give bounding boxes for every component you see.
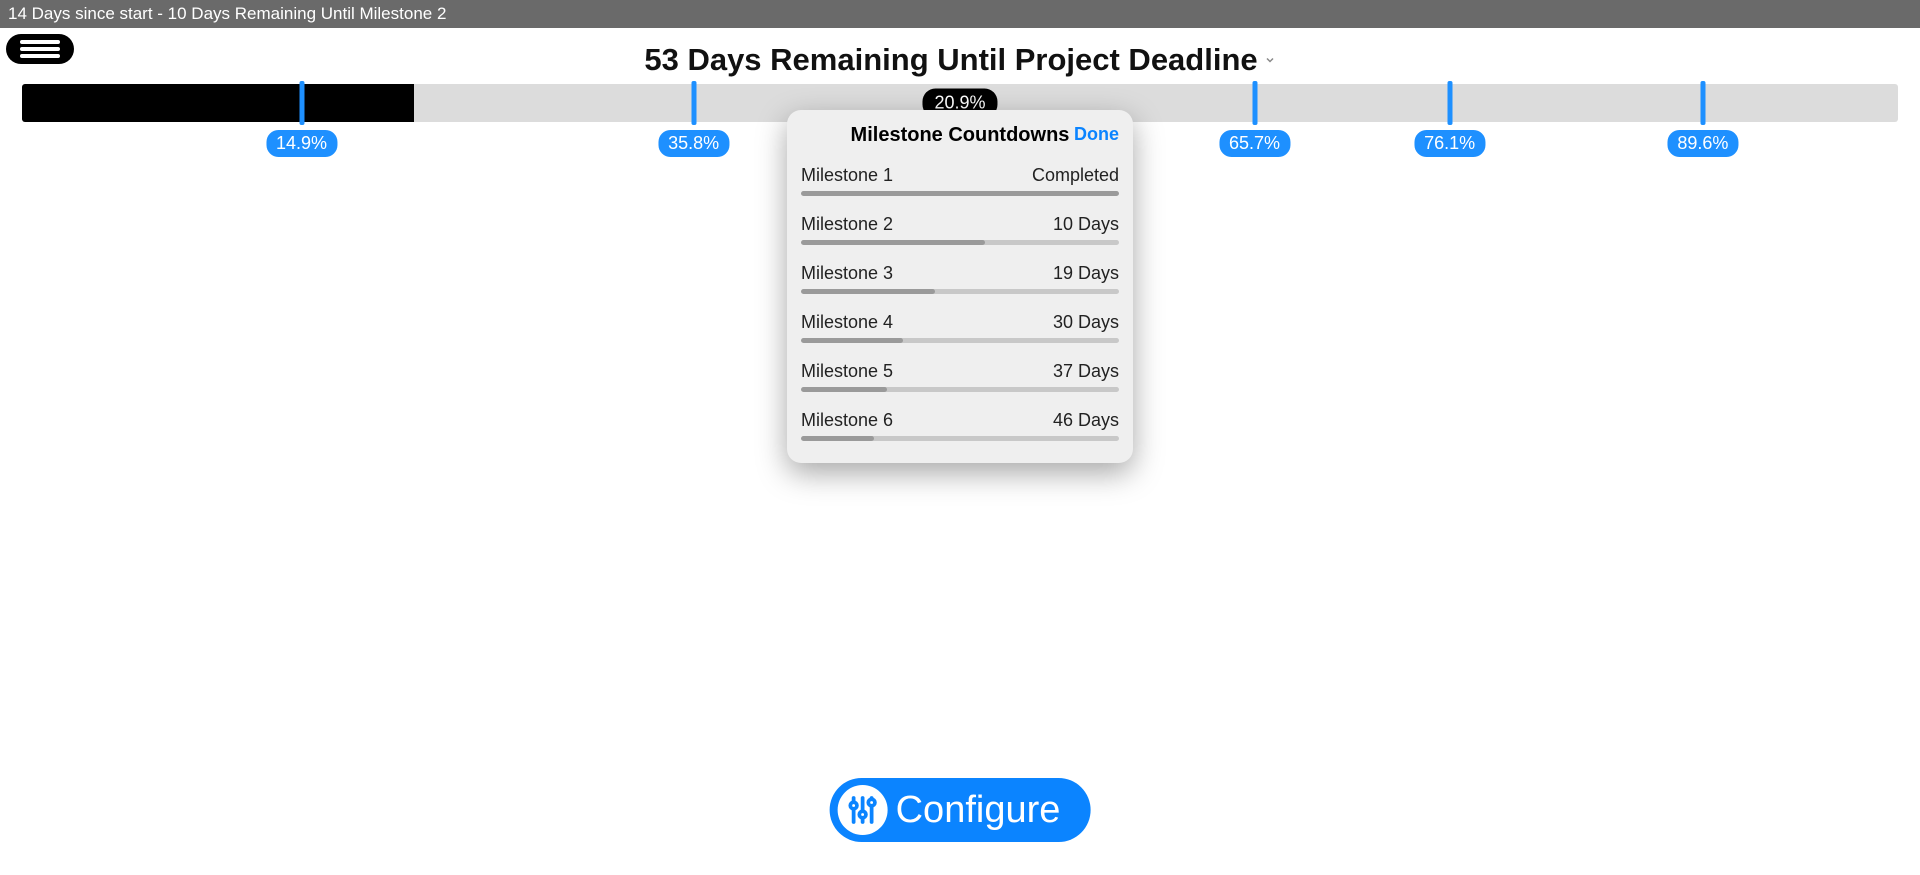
milestone-tick-label: 89.6%: [1667, 130, 1738, 157]
milestone-mini-fill: [801, 436, 874, 441]
milestone-line: Milestone 6 46 Days: [801, 410, 1119, 431]
milestone-tick-label: 76.1%: [1414, 130, 1485, 157]
milestone-mini-fill: [801, 191, 1119, 196]
milestone-line: Milestone 5 37 Days: [801, 361, 1119, 382]
milestone-line: Milestone 1 Completed: [801, 165, 1119, 186]
milestone-row[interactable]: Milestone 6 46 Days: [787, 402, 1133, 451]
done-button[interactable]: Done: [1074, 124, 1119, 145]
milestone-mini-fill: [801, 338, 903, 343]
milestone-value: 19 Days: [1053, 263, 1119, 284]
milestone-name: Milestone 5: [801, 361, 893, 382]
milestone-name: Milestone 3: [801, 263, 893, 284]
milestone-line: Milestone 3 19 Days: [801, 263, 1119, 284]
milestone-row[interactable]: Milestone 4 30 Days: [787, 304, 1133, 353]
milestone-mini-progress: [801, 387, 1119, 392]
drag-handle-line: [20, 47, 60, 51]
milestone-tick[interactable]: [1252, 81, 1257, 125]
configure-button[interactable]: Configure: [830, 778, 1091, 842]
milestone-value: Completed: [1032, 165, 1119, 186]
window-title-bar: 14 Days since start - 10 Days Remaining …: [0, 0, 1920, 28]
milestone-tick[interactable]: [1700, 81, 1705, 125]
milestone-mini-progress: [801, 289, 1119, 294]
drag-handle-line: [20, 40, 60, 44]
progress-fill: [22, 84, 414, 122]
milestone-name: Milestone 2: [801, 214, 893, 235]
milestone-line: Milestone 4 30 Days: [801, 312, 1119, 333]
drag-handle[interactable]: [6, 34, 74, 64]
milestone-list: Milestone 1CompletedMilestone 210 DaysMi…: [787, 157, 1133, 451]
milestone-popover: Milestone Countdowns Done Milestone 1 Com…: [787, 110, 1133, 463]
milestone-value: 30 Days: [1053, 312, 1119, 333]
milestone-tick[interactable]: [299, 81, 304, 125]
milestone-tick-label: 14.9%: [266, 130, 337, 157]
milestone-mini-progress: [801, 436, 1119, 441]
sliders-icon: [838, 785, 888, 835]
milestone-mini-fill: [801, 289, 935, 294]
milestone-tick-label: 65.7%: [1219, 130, 1290, 157]
milestone-value: 37 Days: [1053, 361, 1119, 382]
milestone-row[interactable]: Milestone 1 Completed: [787, 157, 1133, 206]
milestone-row[interactable]: Milestone 3 19 Days: [787, 255, 1133, 304]
chevron-down-icon: [1264, 54, 1276, 66]
milestone-tick[interactable]: [1447, 81, 1452, 125]
configure-label: Configure: [896, 789, 1061, 832]
drag-handle-line: [20, 54, 60, 58]
milestone-mini-fill: [801, 240, 985, 245]
milestone-name: Milestone 1: [801, 165, 893, 186]
popover-title: Milestone Countdowns: [851, 124, 1070, 146]
milestone-value: 46 Days: [1053, 410, 1119, 431]
milestone-tick-label: 35.8%: [658, 130, 729, 157]
milestone-line: Milestone 2 10 Days: [801, 214, 1119, 235]
milestone-value: 10 Days: [1053, 214, 1119, 235]
deadline-heading[interactable]: 53 Days Remaining Until Project Deadline: [0, 42, 1920, 78]
popover-header: Milestone Countdowns Done: [787, 122, 1133, 157]
milestone-mini-fill: [801, 387, 887, 392]
milestone-mini-progress: [801, 191, 1119, 196]
milestone-mini-progress: [801, 338, 1119, 343]
milestone-row[interactable]: Milestone 5 37 Days: [787, 353, 1133, 402]
milestone-name: Milestone 4: [801, 312, 893, 333]
milestone-mini-progress: [801, 240, 1119, 245]
window-title-text: 14 Days since start - 10 Days Remaining …: [8, 4, 446, 24]
milestone-row[interactable]: Milestone 2 10 Days: [787, 206, 1133, 255]
milestone-tick[interactable]: [691, 81, 696, 125]
milestone-name: Milestone 6: [801, 410, 893, 431]
deadline-heading-text: 53 Days Remaining Until Project Deadline: [644, 42, 1257, 78]
